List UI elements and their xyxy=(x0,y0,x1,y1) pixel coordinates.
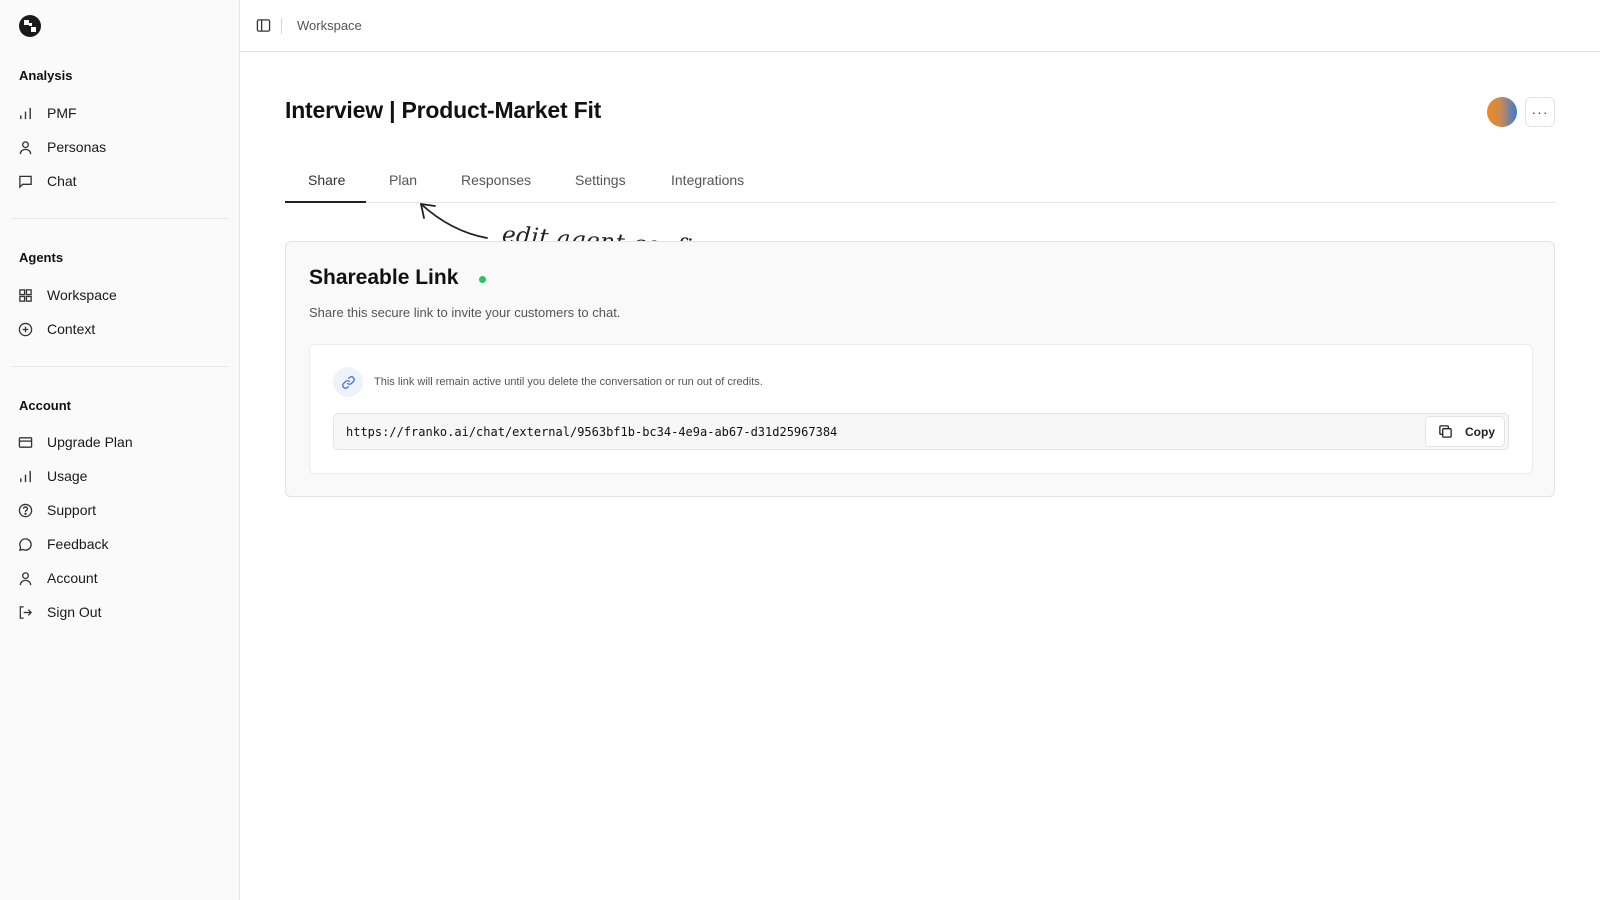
sidebar: Analysis PMF Personas Chat Agents Worksp… xyxy=(0,0,240,900)
link-panel: This link will remain active until you d… xyxy=(309,344,1533,474)
top-bar: Workspace xyxy=(240,0,1600,52)
sidebar-item-label: PMF xyxy=(47,105,77,121)
breadcrumb[interactable]: Workspace xyxy=(297,18,362,33)
active-tab-indicator xyxy=(285,201,366,203)
sidebar-item-label: Sign Out xyxy=(47,604,102,620)
sidebar-item-sign-out[interactable]: Sign Out xyxy=(12,597,228,627)
section-title-account: Account xyxy=(19,398,71,413)
copy-button-label: Copy xyxy=(1465,424,1495,439)
sidebar-item-label: Upgrade Plan xyxy=(47,434,133,450)
sidebar-item-label: Account xyxy=(47,570,98,586)
annotation-arrow-icon xyxy=(420,203,488,239)
sidebar-divider xyxy=(11,218,229,219)
more-options-button[interactable]: ··· xyxy=(1525,97,1555,127)
share-url-field[interactable]: https://franko.ai/chat/external/9563bf1b… xyxy=(333,413,1509,450)
message-square-icon xyxy=(15,171,35,191)
user-icon xyxy=(15,568,35,588)
log-out-icon xyxy=(15,602,35,622)
page-title: Interview | Product-Market Fit xyxy=(285,97,602,123)
copy-link-button[interactable]: Copy xyxy=(1425,416,1505,447)
sidebar-item-usage[interactable]: Usage xyxy=(12,461,228,491)
section-title-agents: Agents xyxy=(19,250,64,265)
tab-share[interactable]: Share xyxy=(308,172,345,188)
sidebar-item-workspace[interactable]: Workspace xyxy=(12,280,228,310)
tab-plan[interactable]: Plan xyxy=(389,172,417,188)
link-expiry-notice: This link will remain active until you d… xyxy=(374,376,763,388)
link-icon xyxy=(333,367,363,397)
sidebar-divider xyxy=(11,366,229,367)
sidebar-item-feedback[interactable]: Feedback xyxy=(12,529,228,559)
copy-icon xyxy=(1439,425,1452,438)
sidebar-item-label: Context xyxy=(47,321,96,337)
tab-integrations[interactable]: Integrations xyxy=(671,172,744,188)
sidebar-item-pmf[interactable]: PMF xyxy=(12,98,228,128)
sidebar-item-label: Chat xyxy=(47,173,77,189)
share-url-text[interactable]: https://franko.ai/chat/external/9563bf1b… xyxy=(346,425,837,439)
section-title-analysis: Analysis xyxy=(19,68,73,83)
sidebar-item-upgrade-plan[interactable]: Upgrade Plan xyxy=(12,427,228,457)
status-active-dot-icon xyxy=(479,276,486,283)
sidebar-item-account[interactable]: Account xyxy=(12,563,228,593)
sidebar-item-context[interactable]: Context xyxy=(12,314,228,344)
card-subtitle: Share this secure link to invite your cu… xyxy=(309,305,621,320)
sidebar-item-label: Personas xyxy=(47,139,107,155)
sidebar-item-personas[interactable]: Personas xyxy=(12,132,228,162)
bar-chart-icon xyxy=(15,466,35,486)
bar-chart-icon xyxy=(15,103,35,123)
sidebar-item-chat[interactable]: Chat xyxy=(12,166,228,196)
message-circle-icon xyxy=(15,534,35,554)
sidebar-item-label: Usage xyxy=(47,468,88,484)
shareable-link-card: Shareable Link Share this secure link to… xyxy=(285,241,1555,497)
plus-circle-icon xyxy=(15,319,35,339)
user-icon xyxy=(15,137,35,157)
credit-card-icon xyxy=(15,432,35,452)
app-logo-icon[interactable] xyxy=(18,14,42,38)
sidebar-toggle-icon[interactable] xyxy=(253,16,273,36)
sidebar-item-label: Workspace xyxy=(47,287,117,303)
help-circle-icon xyxy=(15,500,35,520)
tab-responses[interactable]: Responses xyxy=(461,172,531,188)
ellipsis-icon: ··· xyxy=(1531,104,1549,120)
sidebar-item-label: Support xyxy=(47,502,97,518)
grid-icon xyxy=(15,285,35,305)
tab-settings[interactable]: Settings xyxy=(575,172,626,188)
avatar[interactable] xyxy=(1487,97,1517,127)
breadcrumb-separator xyxy=(281,17,282,34)
sidebar-item-label: Feedback xyxy=(47,536,109,552)
sidebar-item-support[interactable]: Support xyxy=(12,495,228,525)
card-title: Shareable Link xyxy=(309,266,459,289)
